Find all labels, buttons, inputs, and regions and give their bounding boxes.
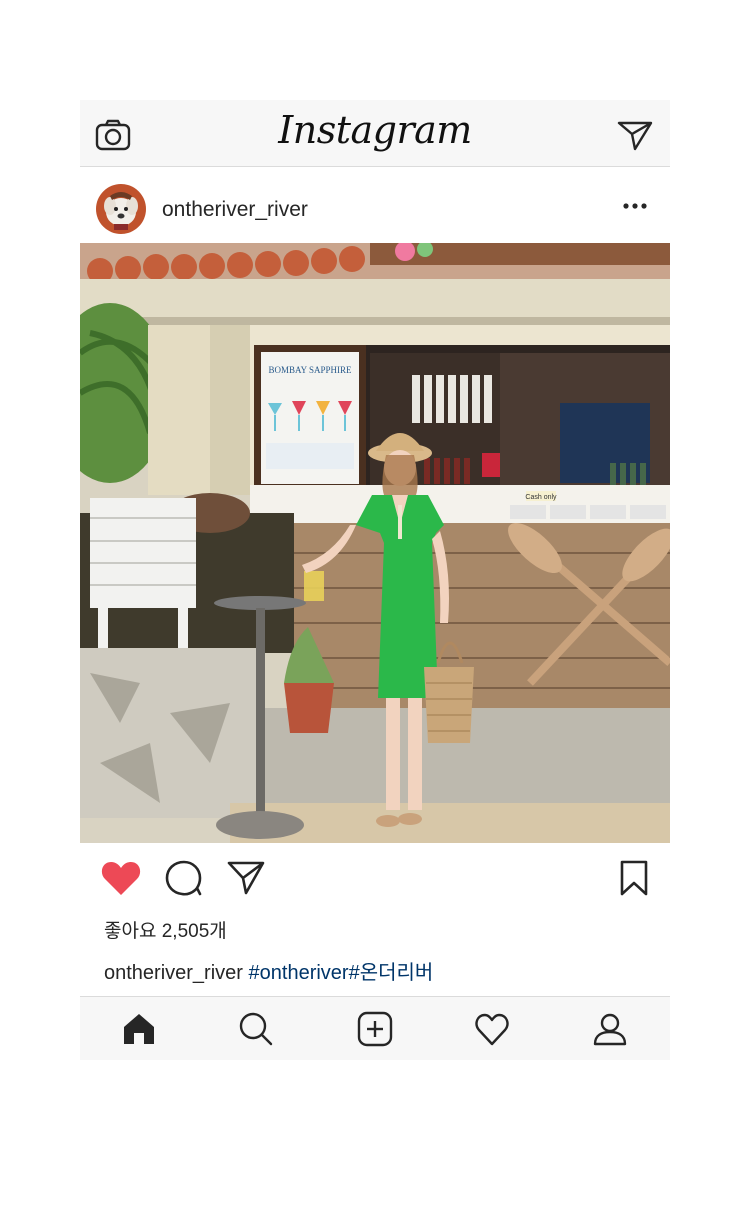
app-logo: Instagram [278, 108, 472, 152]
heart-filled-icon[interactable] [100, 859, 142, 897]
post-image[interactable]: BOMBAY SAPPHIRE Cash only [80, 243, 670, 843]
dog-avatar [96, 184, 146, 234]
bookmark-icon[interactable] [618, 859, 650, 897]
new-post-icon[interactable] [357, 1011, 393, 1047]
caption-hashtags[interactable]: #ontheriver#온더리버 [249, 962, 434, 984]
caption-username[interactable]: ontheriver_river [104, 962, 243, 984]
more-options-icon[interactable] [620, 197, 650, 215]
comment-icon[interactable] [164, 859, 204, 897]
profile-icon[interactable] [592, 1011, 628, 1047]
user-avatar[interactable] [96, 184, 146, 234]
search-icon[interactable] [238, 1011, 274, 1047]
post-caption: ontheriver_river #ontheriver#온더리버 [104, 956, 433, 985]
cash-only-sign: Cash only [525, 494, 557, 501]
post-actions [80, 843, 670, 915]
bottom-nav [80, 996, 670, 1060]
share-icon[interactable] [226, 859, 266, 897]
top-bar: Instagram [80, 100, 670, 167]
post-header: ontheriver_river [80, 167, 670, 243]
instagram-phone-frame: Instagram ontheriver_river BOMBAY SAPPHI… [80, 100, 670, 1060]
post-photo: BOMBAY SAPPHIRE Cash only [80, 243, 670, 843]
poster-text: BOMBAY SAPPHIRE [268, 365, 352, 375]
direct-message-icon[interactable] [617, 117, 653, 153]
likes-count[interactable]: 좋아요 2,505개 [104, 916, 227, 943]
activity-heart-icon[interactable] [474, 1011, 510, 1047]
home-icon[interactable] [121, 1011, 157, 1047]
post-username[interactable]: ontheriver_river [162, 198, 308, 222]
